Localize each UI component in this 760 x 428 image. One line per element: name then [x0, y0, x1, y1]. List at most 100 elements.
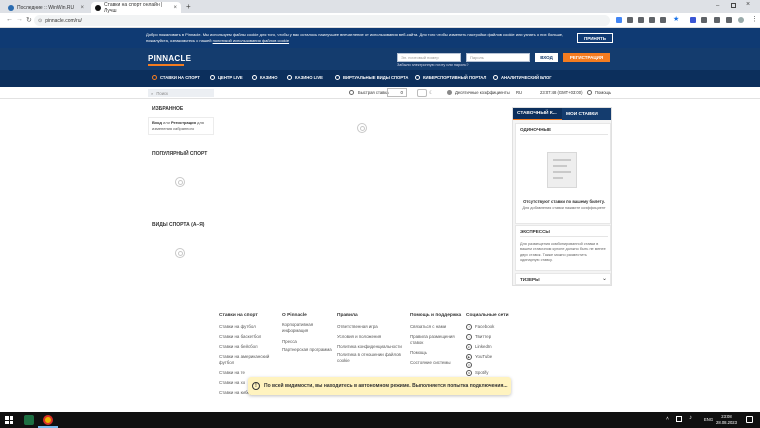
screenshot-icon[interactable] — [649, 17, 655, 23]
accept-cookies-button[interactable]: ПРИНЯТЬ — [577, 33, 613, 43]
minimize-window-icon[interactable]: – — [716, 3, 719, 9]
footer-link[interactable]: Политика конфиденциальности — [337, 342, 407, 352]
excel-taskbar-icon[interactable] — [24, 415, 34, 425]
extensions-puzzle-icon[interactable] — [701, 17, 707, 23]
footer-link[interactable]: Ставки на бейсбол — [219, 342, 279, 352]
footer-link[interactable]: Условия и положения — [337, 332, 407, 342]
close-tab-icon[interactable]: × — [80, 5, 84, 11]
username-input[interactable]: Эл. почтовый номер — [397, 53, 461, 62]
pinnacle-logo[interactable]: PINNACLE — [148, 54, 192, 66]
fav-register-link[interactable]: Регистрация — [171, 120, 196, 125]
footer-heading: Ставки на спорт — [219, 313, 258, 318]
logo-text: PINNACLE — [148, 54, 192, 63]
footer-link[interactable]: Пресса — [282, 337, 332, 347]
theme-toggle[interactable] — [417, 89, 427, 97]
twitter-link[interactable]: t Твиттер — [466, 332, 516, 342]
casino-live-icon — [287, 75, 292, 80]
linkedin-link[interactable]: in LinkedIn — [466, 342, 516, 352]
menu-dots-icon[interactable]: ⋮ — [751, 15, 758, 23]
footer-col-help: Помощь и поддержка Связаться с нами Прав… — [410, 313, 466, 368]
footer-link[interactable]: Ставки на баскетбол — [219, 332, 279, 342]
search-input[interactable]: ⌕ Поиск — [148, 89, 214, 97]
nav-sports[interactable]: СТАВКИ НА СПОРТ — [152, 75, 200, 80]
bet-slip: СТАВОЧНЫЙ К... МОИ СТАВКИ ОДИНОЧНЫЕ Отсу… — [512, 107, 612, 286]
teasers-heading: ТИЗЕРЫ — [520, 277, 540, 282]
translate-icon[interactable] — [627, 17, 633, 23]
site-info-icon[interactable]: ⊙ — [38, 18, 42, 24]
maximize-window-icon[interactable] — [731, 3, 736, 8]
footer-link[interactable]: Ставки на американский футбол — [219, 354, 279, 366]
nav-virtual-sports[interactable]: ВИРТУАЛЬНЫЕ ВИДЫ СПОРТА — [335, 75, 408, 80]
reload-icon[interactable]: ↻ — [26, 16, 32, 24]
install-icon[interactable] — [660, 17, 666, 23]
tab-winwin[interactable]: Последние :: WinWin.RU × — [4, 2, 88, 13]
profile-avatar-icon[interactable] — [738, 17, 744, 23]
chevron-down-icon[interactable]: ⌄ — [602, 275, 607, 282]
sidebar-icon[interactable] — [726, 17, 732, 23]
browser-tab-strip: Последние :: WinWin.RU × Ставки на спорт… — [0, 0, 760, 14]
facebook-link[interactable]: f Facebook — [466, 322, 516, 332]
footer-link[interactable]: Ответственная игра — [337, 322, 407, 332]
windows-start-icon[interactable] — [5, 416, 13, 424]
footer-link[interactable]: Связаться с нами — [410, 322, 466, 332]
quick-bet-label: Быстрая ставка — [358, 90, 389, 95]
new-tab-button[interactable]: + — [186, 2, 191, 11]
footer-link[interactable]: Корпоративная информация — [282, 322, 332, 334]
network-icon[interactable] — [676, 416, 682, 422]
back-icon[interactable]: ← — [6, 16, 13, 23]
help-link[interactable]: Помощь — [595, 90, 611, 95]
youtube-link[interactable]: ▶ YouTube — [466, 352, 516, 362]
register-button[interactable]: РЕГИСТРАЦИЯ — [563, 53, 610, 62]
login-button[interactable]: ВХОД — [535, 53, 558, 62]
footer-link[interactable]: Правила размещения ставок — [410, 334, 466, 346]
nav-esports[interactable]: КИБЕРСПОРТИВНЫЙ ПОРТАЛ — [415, 75, 486, 80]
fav-login-link[interactable]: Вход — [152, 120, 162, 125]
system-clock[interactable]: 23:08 28.08.2023 — [716, 414, 737, 425]
odds-format-select[interactable]: Десятичные коэффициенты — [455, 90, 510, 95]
share-icon[interactable] — [638, 17, 644, 23]
footer-link[interactable]: Состояние системы — [410, 358, 466, 368]
download-icon[interactable] — [714, 17, 720, 23]
empty-slip-subtitle: Для добавления ставки нажмите коэффициен… — [522, 206, 606, 210]
forgot-credentials-link[interactable]: Забыли электронную почту или пароль? — [397, 63, 468, 67]
language-select[interactable]: RU — [516, 90, 522, 95]
footer-link[interactable]: Партнерская программа — [282, 347, 332, 353]
extension-icon[interactable] — [690, 17, 696, 23]
footer-link[interactable]: Помощь — [410, 348, 466, 358]
esports-icon — [415, 75, 420, 80]
forward-icon[interactable]: → — [16, 16, 23, 23]
nav-label: ВИРТУАЛЬНЫЕ ВИДЫ СПОРТА — [343, 75, 409, 80]
tab-my-bets[interactable]: МОИ СТАВКИ — [562, 108, 611, 120]
singles-heading: ОДИНОЧНЫЕ — [520, 127, 552, 132]
close-window-icon[interactable]: × — [746, 1, 750, 8]
empty-slip-title: Отсутствуют ставки по вашему билету. — [523, 199, 605, 204]
quick-bet-input[interactable]: 0 — [387, 88, 407, 97]
tab-pinnacle[interactable]: Ставки на спорт онлайн | Лучш × — [91, 2, 181, 14]
tray-chevron-icon[interactable]: ˄ — [666, 416, 669, 422]
input-language[interactable]: ENG — [704, 417, 713, 422]
nav-live[interactable]: ЦЕНТР LIVE — [210, 75, 243, 80]
offline-message: По всей видимости, вы находитесь в автон… — [264, 383, 508, 389]
footer-link[interactable]: Ставки на футбол — [219, 322, 279, 332]
teasers-panel[interactable]: ТИЗЕРЫ ⌄ — [515, 273, 611, 285]
social-label: LinkedIn — [475, 344, 492, 349]
chrome-taskbar-icon[interactable] — [43, 415, 53, 425]
cookie-policy-link[interactable]: политикой использования файлов cookie — [213, 38, 289, 43]
nav-casino[interactable]: КАЗИНО — [252, 75, 278, 80]
address-bar[interactable]: ⊙ pinnacle.com/ru/ — [34, 15, 610, 26]
live-icon — [210, 75, 215, 80]
google-icon[interactable] — [616, 17, 622, 23]
nav-label: ЦЕНТР LIVE — [218, 75, 243, 80]
moon-icon[interactable]: ☾ — [429, 90, 433, 96]
footer-link[interactable]: Политика в отношении файлов cookie — [337, 352, 407, 364]
nav-blog[interactable]: АНАЛИТИЧЕСКИЙ БЛОГ — [493, 75, 552, 80]
close-tab-icon[interactable]: × — [173, 5, 177, 11]
tab-betslip[interactable]: СТАВОЧНЫЙ К... — [513, 108, 562, 120]
volume-icon[interactable]: ♪ — [689, 415, 692, 421]
notifications-icon[interactable] — [746, 416, 753, 423]
nav-casino-live[interactable]: КАЗИНО LIVE — [287, 75, 323, 80]
bookmark-star-icon[interactable]: ★ — [673, 15, 679, 23]
nav-label: КАЗИНО — [260, 75, 278, 80]
search-placeholder: Поиск — [156, 90, 168, 96]
password-input[interactable]: Пароль — [466, 53, 530, 62]
